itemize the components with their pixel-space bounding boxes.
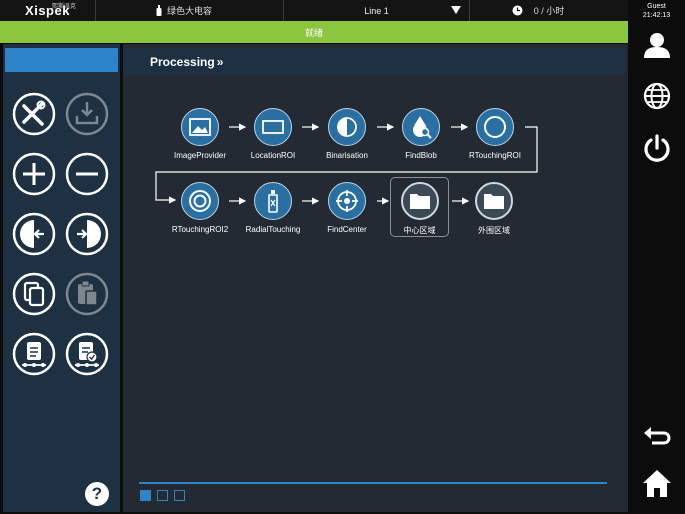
node-label: FindCenter (327, 225, 367, 234)
clipboard-flow-icon[interactable] (12, 332, 56, 376)
line-dropdown[interactable]: Line 1 (284, 0, 469, 21)
crosshair-icon (336, 190, 358, 212)
node-label: FindBlob (405, 151, 437, 160)
back-icon[interactable] (642, 421, 672, 451)
page-dot-3[interactable] (174, 490, 185, 501)
move-right-icon[interactable] (65, 212, 109, 256)
power-icon[interactable] (642, 133, 672, 163)
node-label: ImageProvider (173, 151, 227, 160)
drop-search-icon (413, 116, 432, 139)
node-circle (181, 108, 219, 146)
tool-panel-header (5, 48, 118, 72)
node-outer-region[interactable]: 外围区域 (454, 182, 534, 236)
node-findblob[interactable]: FindBlob (381, 108, 461, 160)
copy-icon[interactable] (12, 272, 56, 316)
user-name: Guest (647, 3, 666, 10)
product-name: 绿色大电容 (166, 6, 212, 16)
node-rtouchingroi2[interactable]: RTouchingROI2 (160, 182, 240, 234)
image-icon (189, 118, 211, 136)
node-circle (254, 108, 292, 146)
paste-icon[interactable] (65, 272, 109, 316)
bottle-icon (156, 5, 162, 16)
right-sidebar: Guest 21:42:13 (628, 0, 685, 514)
user-info: Guest 21:42:13 (628, 2, 685, 20)
node-radialtouching[interactable]: RadialTouching (233, 182, 313, 234)
rectangle-icon (262, 120, 284, 134)
bottle-icon (268, 190, 278, 213)
node-rtouchingroi[interactable]: RTouchingROI (455, 108, 535, 160)
globe-icon[interactable] (642, 81, 672, 111)
page-dot-1[interactable] (140, 490, 151, 501)
clock-icon (512, 5, 523, 16)
page-dot-2[interactable] (157, 490, 168, 501)
import-icon[interactable] (65, 92, 109, 136)
node-binarisation[interactable]: Binarisation (307, 108, 387, 160)
folder-icon (409, 194, 430, 209)
node-circle (402, 108, 440, 146)
status-text: 就绪 (304, 27, 323, 38)
tool-panel: ? (3, 44, 120, 512)
tools-icon[interactable] (12, 92, 56, 136)
clock-time: 21:42:13 (642, 12, 671, 19)
node-label: 外围区域 (478, 226, 510, 235)
top-bar: Xispek 熙斯派克 绿色大电容 Line 1 0 / 小时 (0, 0, 628, 22)
rate-display: 0 / 小时 (470, 0, 628, 21)
node-imageprovider[interactable]: ImageProvider (160, 108, 240, 160)
move-left-icon[interactable] (12, 212, 56, 256)
user-icon[interactable] (642, 30, 672, 60)
product-selector[interactable]: 绿色大电容 (96, 0, 283, 21)
node-circle (181, 182, 219, 220)
processing-canvas: Processing » ImageProvider LocationROI B… (123, 44, 628, 512)
pager (140, 490, 185, 501)
node-circle (328, 108, 366, 146)
node-label: RTouchingROI2 (171, 225, 229, 234)
double-circle-icon (189, 190, 211, 212)
add-icon[interactable] (12, 152, 56, 196)
node-circle (328, 182, 366, 220)
node-circle (475, 182, 513, 220)
node-findcenter[interactable]: FindCenter (307, 182, 387, 234)
node-circle (254, 182, 292, 220)
logo: Xispek 熙斯派克 (0, 0, 95, 21)
node-label: 中心区域 (403, 226, 436, 235)
line-value: Line 1 (364, 5, 389, 16)
dropdown-arrow-icon (451, 6, 461, 14)
node-label: RTouchingROI (469, 151, 521, 160)
node-label: Binarisation (326, 151, 368, 160)
folder-icon (484, 194, 504, 209)
node-label: RadialTouching (245, 225, 301, 234)
help-button[interactable]: ? (85, 482, 109, 506)
circle-icon (484, 116, 506, 138)
home-icon[interactable] (642, 468, 672, 498)
contrast-icon (337, 117, 357, 137)
node-center-region[interactable]: 中心区域 (390, 177, 449, 237)
node-label: LocationROI (250, 151, 296, 160)
remove-icon[interactable] (65, 152, 109, 196)
pager-divider (139, 482, 607, 484)
node-circle (476, 108, 514, 146)
rate-value: 0 / 小时 (533, 6, 565, 16)
help-icon: ? (91, 484, 103, 503)
node-locationroi[interactable]: LocationROI (233, 108, 313, 160)
status-bar: 就绪 (0, 21, 628, 43)
logo-subtitle: 熙斯派克 (52, 4, 77, 10)
clipboard-check-icon[interactable] (65, 332, 109, 376)
node-circle (400, 182, 439, 220)
